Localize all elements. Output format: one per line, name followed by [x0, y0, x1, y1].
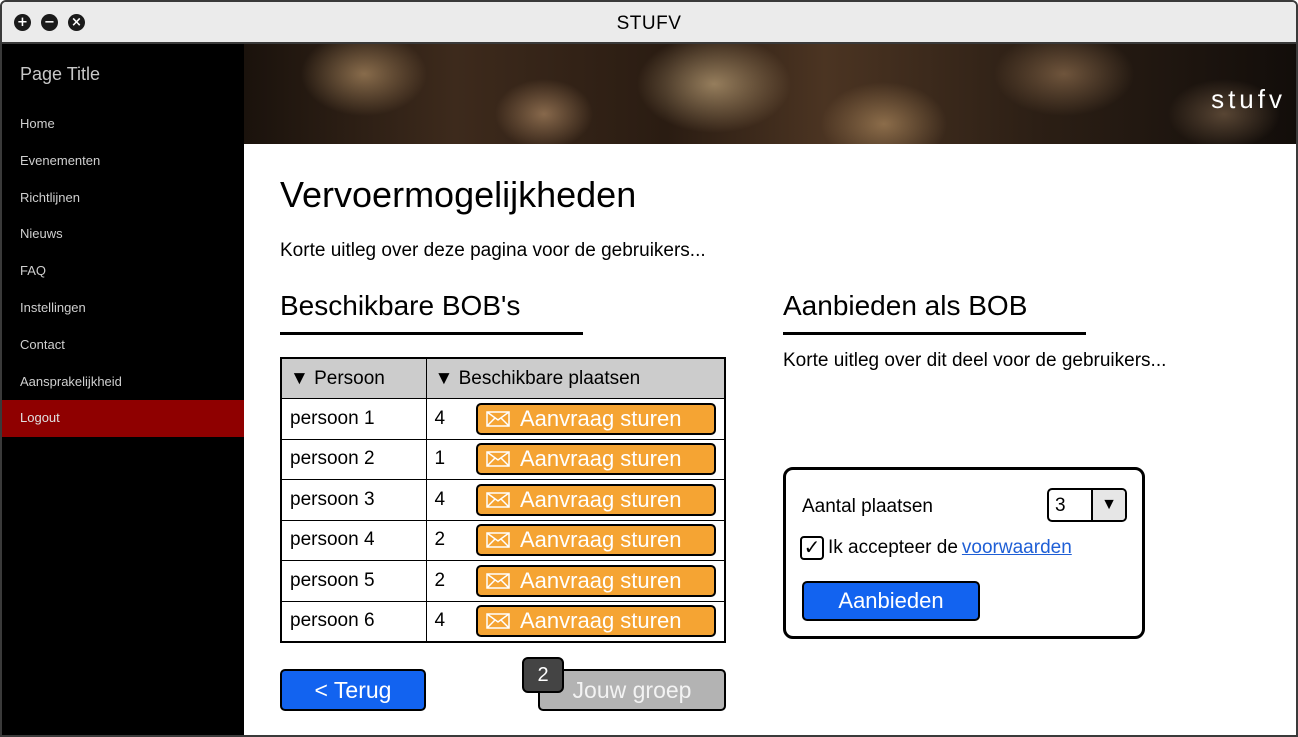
request-button-label: Aanvraag sturen — [520, 405, 682, 431]
main-content: Vervoermogelijkheden Korte uitleg over d… — [244, 144, 1296, 735]
sidebar-item-contact[interactable]: Contact — [2, 327, 244, 364]
table-row: persoon 4 2 Aanvraag sturen — [280, 519, 726, 561]
accept-terms-row: ✓ Ik accepteer de voorwaarden — [800, 536, 1072, 560]
bob-table: ▼ Persoon ▼ Beschikbare plaatsen persoon… — [280, 357, 726, 643]
person-name: persoon 3 — [280, 479, 427, 521]
mail-icon — [486, 492, 510, 508]
chevron-down-icon[interactable]: ▼ — [1091, 490, 1125, 520]
terms-link[interactable]: voorwaarden — [962, 537, 1072, 559]
person-name: persoon 4 — [280, 519, 427, 561]
sidebar-item-faq[interactable]: FAQ — [2, 253, 244, 290]
sidebar-item-home[interactable]: Home — [2, 106, 244, 143]
places-count: 1 — [434, 448, 446, 470]
offer-bob-heading: Aanbieden als BOB — [783, 290, 1086, 335]
seats-value: 3 — [1055, 495, 1066, 516]
table-row: persoon 3 4 Aanvraag sturen — [280, 479, 726, 521]
available-bobs-heading: Beschikbare BOB's — [280, 290, 583, 335]
page-intro: Korte uitleg over deze pagina voor de ge… — [280, 240, 706, 261]
window-title: STUFV — [616, 13, 682, 34]
your-group-button[interactable]: Jouw groep — [538, 669, 726, 711]
table-row: persoon 5 2 Aanvraag sturen — [280, 560, 726, 602]
sidebar-item-evenementen[interactable]: Evenementen — [2, 143, 244, 180]
request-button-label: Aanvraag sturen — [520, 486, 682, 512]
request-button-label: Aanvraag sturen — [520, 608, 682, 633]
person-name: persoon 1 — [280, 398, 427, 440]
person-name: persoon 2 — [280, 438, 427, 480]
places-cell: 4 Aanvraag sturen — [425, 479, 726, 521]
request-button[interactable]: Aanvraag sturen — [476, 564, 716, 597]
request-button[interactable]: Aanvraag sturen — [476, 443, 716, 476]
back-button[interactable]: < Terug — [280, 669, 426, 711]
places-cell: 2 Aanvraag sturen — [425, 519, 726, 561]
places-count: 2 — [434, 529, 446, 551]
person-name: persoon 5 — [280, 560, 427, 602]
table-row: persoon 1 4 Aanvraag sturen — [280, 398, 726, 440]
column-header-plaatsen[interactable]: ▼ Beschikbare plaatsen — [425, 357, 726, 399]
sidebar: Page Title Home Evenementen Richtlijnen … — [2, 44, 244, 735]
places-count: 2 — [434, 569, 446, 591]
table-row: persoon 2 1 Aanvraag sturen — [280, 438, 726, 480]
places-cell: 1 Aanvraag sturen — [425, 438, 726, 480]
mail-icon — [486, 451, 510, 467]
places-cell: 2 Aanvraag sturen — [425, 560, 726, 602]
mail-icon — [486, 573, 510, 589]
column-header-persoon[interactable]: ▼ Persoon — [280, 357, 427, 399]
accept-terms-checkbox[interactable]: ✓ — [800, 536, 824, 560]
seats-dropdown[interactable]: 3 ▼ — [1047, 488, 1127, 522]
app-window: + − × STUFV Page Title Home Evenementen … — [0, 0, 1298, 737]
offer-panel: Aantal plaatsen 3 ▼ ✓ Ik accepteer de vo… — [783, 467, 1145, 639]
places-cell: 4 Aanvraag sturen — [425, 600, 726, 642]
sidebar-item-nieuws[interactable]: Nieuws — [2, 216, 244, 253]
offer-submit-button[interactable]: Aanbieden — [802, 581, 980, 621]
places-count: 4 — [434, 610, 446, 631]
brand-logo: stufv — [1211, 84, 1286, 114]
sidebar-item-logout[interactable]: Logout — [2, 400, 244, 438]
request-button[interactable]: Aanvraag sturen — [476, 605, 716, 637]
sidebar-item-richtlijnen[interactable]: Richtlijnen — [2, 180, 244, 217]
mail-icon — [486, 613, 510, 629]
sidebar-item-aansprakelijkheid[interactable]: Aansprakelijkheid — [2, 364, 244, 401]
places-count: 4 — [434, 488, 446, 510]
request-button-label: Aanvraag sturen — [520, 446, 682, 472]
sidebar-nav: Home Evenementen Richtlijnen Nieuws FAQ … — [2, 106, 244, 438]
title-bar: + − × STUFV — [2, 2, 1296, 44]
request-button-label: Aanvraag sturen — [520, 527, 682, 553]
page-title: Vervoermogelijkheden — [280, 174, 637, 215]
request-button-label: Aanvraag sturen — [520, 567, 682, 593]
request-button[interactable]: Aanvraag sturen — [476, 402, 716, 435]
places-count: 4 — [434, 407, 446, 429]
request-button[interactable]: Aanvraag sturen — [476, 483, 716, 516]
accept-terms-text: Ik accepteer de — [828, 537, 958, 558]
group-count-badge: 2 — [522, 657, 564, 693]
places-cell: 4 Aanvraag sturen — [425, 398, 726, 440]
seats-label: Aantal plaatsen — [802, 496, 933, 517]
sidebar-item-instellingen[interactable]: Instellingen — [2, 290, 244, 327]
sidebar-page-title: Page Title — [20, 64, 101, 84]
mail-icon — [486, 411, 510, 427]
header-banner: stufv — [244, 44, 1296, 144]
request-button[interactable]: Aanvraag sturen — [476, 524, 716, 557]
offer-intro: Korte uitleg over dit deel voor de gebru… — [783, 350, 1167, 371]
table-row: persoon 6 4 Aanvraag sturen — [280, 600, 726, 642]
mail-icon — [486, 532, 510, 548]
person-name: persoon 6 — [280, 600, 427, 642]
